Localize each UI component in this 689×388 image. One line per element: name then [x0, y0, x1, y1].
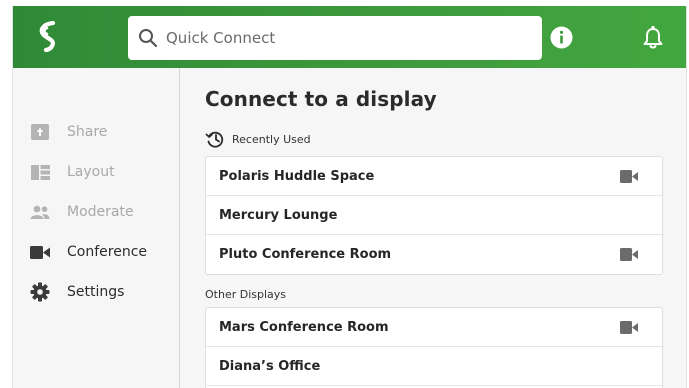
sidebar-item-label: Conference: [67, 244, 148, 260]
sidebar: Share Layout Moderate Conference Setting…: [13, 68, 180, 388]
display-name: Mercury Lounge: [219, 207, 338, 223]
video-camera-icon: [620, 248, 638, 261]
sidebar-item-conference[interactable]: Conference: [13, 237, 179, 267]
list-item[interactable]: Mercury Lounge: [206, 196, 662, 235]
page-title: Connect to a display: [205, 87, 437, 111]
search-input[interactable]: [166, 29, 526, 47]
sidebar-item-label: Moderate: [67, 204, 134, 220]
sidebar-item-share[interactable]: Share: [13, 117, 179, 147]
bell-icon[interactable]: [642, 25, 664, 50]
section-label-other: Other Displays: [205, 288, 287, 301]
main-content: Connect to a display Recently Used Polar…: [181, 68, 686, 388]
display-name: Diana’s Office: [219, 358, 321, 374]
app-logo: [39, 20, 56, 53]
sidebar-item-label: Share: [67, 124, 108, 140]
sidebar-item-label: Settings: [67, 284, 125, 300]
display-name: Mars Conference Room: [219, 319, 389, 335]
display-name: Polaris Huddle Space: [219, 168, 375, 184]
video-camera-icon: [29, 241, 51, 263]
display-name: Pluto Conference Room: [219, 247, 392, 262]
other-displays-list: Mars Conference Room Diana’s Office: [205, 307, 663, 388]
share-icon: [29, 121, 51, 143]
section-label-recent: Recently Used: [232, 132, 311, 146]
video-camera-icon: [620, 170, 638, 183]
app-window: Share Layout M: [12, 6, 687, 388]
list-item[interactable]: Diana’s Office: [206, 347, 662, 386]
layout-icon: [29, 161, 51, 183]
video-camera-icon: [620, 321, 638, 334]
people-icon: [29, 201, 51, 223]
top-bar: [13, 6, 686, 68]
search-icon: [139, 29, 158, 48]
sidebar-item-label: Layout: [67, 164, 115, 180]
recent-displays-list: Polaris Huddle Space Mercury Lounge Plut…: [205, 156, 663, 275]
quick-connect-search[interactable]: [128, 16, 542, 60]
sidebar-item-layout[interactable]: Layout: [13, 157, 179, 187]
list-item[interactable]: Pluto Conference Room: [206, 235, 662, 274]
sidebar-item-moderate[interactable]: Moderate: [13, 197, 179, 227]
sidebar-item-settings[interactable]: Settings: [13, 277, 179, 307]
list-item[interactable]: Mars Conference Room: [206, 308, 662, 347]
info-icon[interactable]: [550, 26, 573, 49]
gear-icon: [29, 281, 51, 303]
recently-used-header: Recently Used: [205, 129, 311, 149]
history-icon: [205, 131, 224, 148]
list-item[interactable]: Polaris Huddle Space: [206, 157, 662, 196]
